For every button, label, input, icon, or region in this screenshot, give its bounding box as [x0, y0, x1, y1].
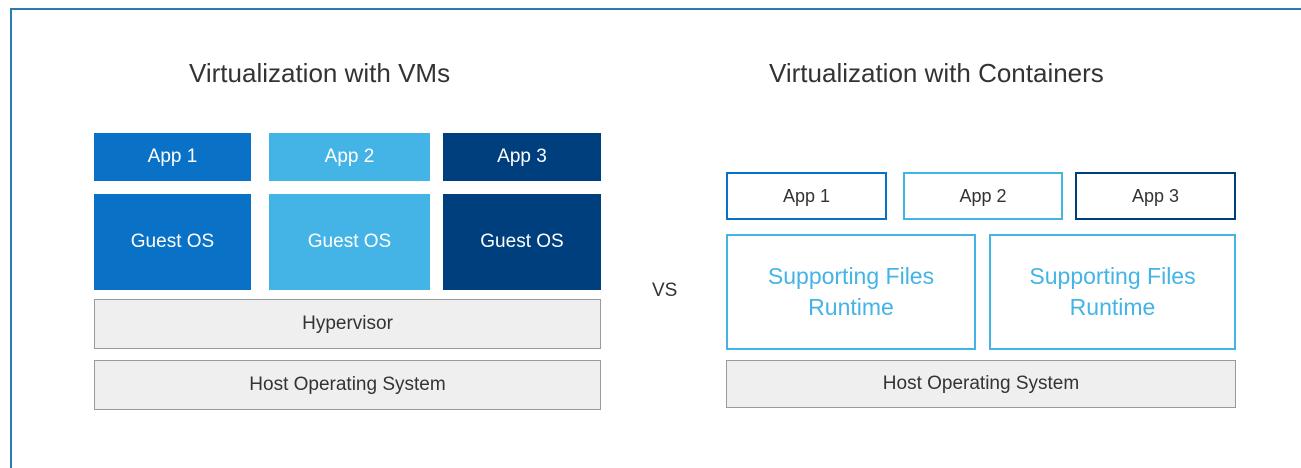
hypervisor-label: Hypervisor [302, 313, 393, 334]
vm-host-os-layer: Host Operating System [94, 360, 601, 410]
container-host-os-label: Host Operating System [882, 373, 1080, 394]
vm-guest-os-2-label: Guest OS [307, 231, 392, 252]
container-app-1-label: App 1 [782, 185, 831, 206]
vs-label: VS [652, 280, 678, 301]
vm-guest-os-1-label: Guest OS [130, 231, 215, 252]
hypervisor-layer: Hypervisor [94, 299, 601, 349]
vm-guest-os-1: Guest OS [94, 194, 251, 290]
vm-app-2: App 2 [269, 133, 430, 181]
container-app-2-label: App 2 [959, 185, 1007, 206]
container-app-3: App 3 [1075, 172, 1236, 220]
supporting-files-2-label: Supporting Files [1029, 263, 1196, 289]
container-app-1: App 1 [726, 172, 887, 220]
container-app-3-label: App 3 [1131, 185, 1180, 206]
vm-app-3-label: App 3 [497, 146, 547, 167]
vm-host-os-label: Host Operating System [249, 374, 446, 395]
supporting-files-runtime-1: Supporting Files Runtime [726, 234, 976, 350]
supporting-files-1-label: Supporting Files [767, 263, 935, 289]
runtime-2-label: Runtime [1069, 294, 1156, 320]
vm-app-3: App 3 [443, 133, 601, 181]
vm-app-1-label: App 1 [147, 146, 198, 167]
vm-title: Virtualization with VMs [189, 58, 451, 88]
vm-guest-os-2: Guest OS [269, 194, 430, 290]
vm-app-1: App 1 [94, 133, 251, 181]
supporting-files-runtime-2: Supporting Files Runtime [989, 234, 1236, 350]
vm-guest-os-3: Guest OS [443, 194, 601, 290]
vm-app-2-label: App 2 [324, 146, 375, 167]
runtime-1-label: Runtime [808, 294, 894, 320]
containers-title: Virtualization with Containers [769, 58, 1104, 88]
vm-guest-os-3-label: Guest OS [480, 231, 564, 252]
container-app-2: App 2 [903, 172, 1063, 220]
container-host-os-layer: Host Operating System [726, 360, 1236, 408]
